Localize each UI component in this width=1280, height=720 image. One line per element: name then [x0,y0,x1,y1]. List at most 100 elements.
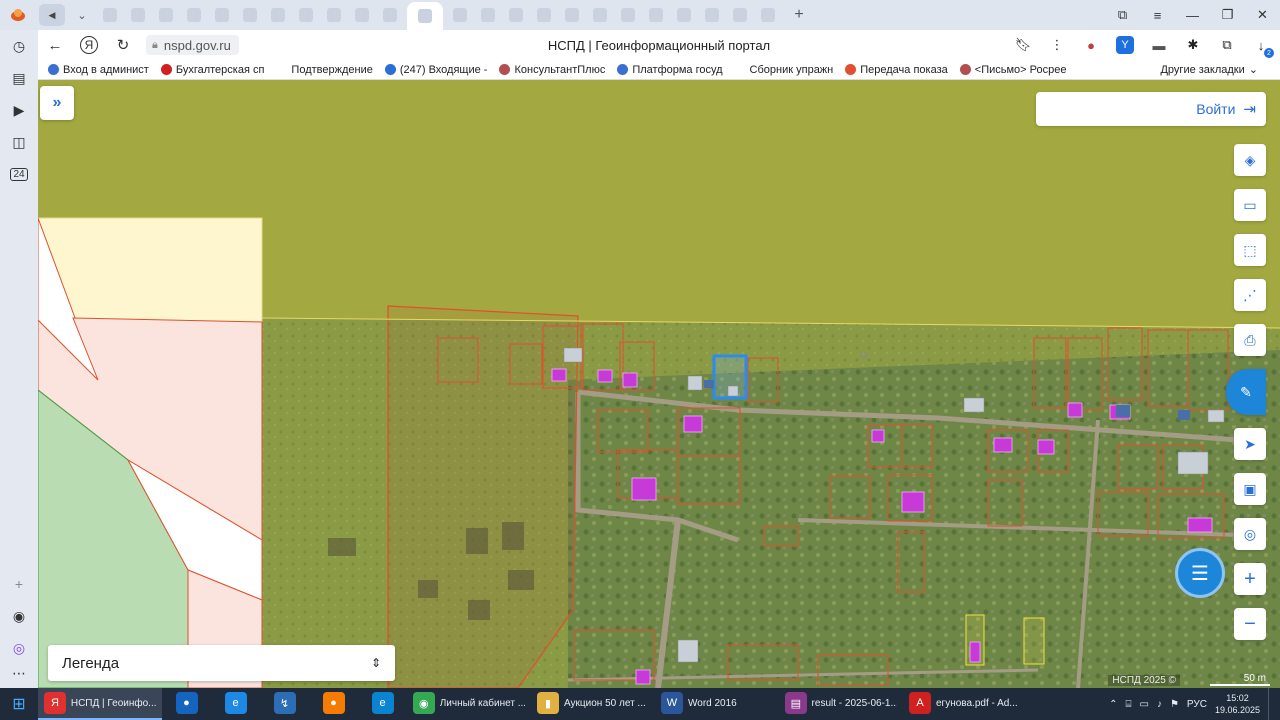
tab[interactable] [267,4,289,26]
network-icon[interactable]: ⌸ [1126,699,1132,710]
puzzle-icon[interactable]: ✱ [1180,32,1206,58]
taskbar-item[interactable]: e [211,688,260,720]
collections-add-icon[interactable]: ⧉ [1214,32,1240,58]
tab[interactable] [533,4,555,26]
login-button[interactable]: Войти ⇥ [1036,92,1266,126]
bookmark-item[interactable]: Сборник упражн [734,64,833,76]
tab[interactable] [561,4,583,26]
new-tab-button[interactable]: + [788,4,810,26]
locate-button[interactable]: ➤ [1234,428,1266,460]
bookmark-item[interactable]: <Письмо> Росрее [959,64,1066,76]
bookmark-item[interactable]: Подтверждение [276,64,373,76]
volume-icon[interactable]: ♪ [1157,699,1162,710]
minimize-button[interactable]: — [1175,0,1210,30]
zoom-in-button[interactable]: + [1234,563,1266,595]
show-desktop-button[interactable] [1268,688,1274,720]
bookmark-item[interactable]: Передача показа [845,64,948,76]
tab[interactable] [505,4,527,26]
tab[interactable] [323,4,345,26]
minimap-button[interactable]: ▣ [1234,473,1266,505]
tab[interactable] [477,4,499,26]
tab[interactable] [729,4,751,26]
tab[interactable] [757,4,779,26]
tab[interactable] [589,4,611,26]
tab[interactable] [449,4,471,26]
area-select-button[interactable]: ⬚ [1234,234,1266,266]
news-24-icon[interactable]: 24 [0,158,38,190]
taskbar-item[interactable]: ● [162,688,211,720]
restore-button[interactable]: ❐ [1210,0,1245,30]
tab[interactable] [379,4,401,26]
bookmark-item[interactable]: Вход в админист [48,64,149,76]
bookmark-item[interactable]: Бухгалтерская сп [160,64,264,76]
reload-icon[interactable]: ↻ [106,30,140,60]
chat-button[interactable]: ☰ [1175,548,1225,598]
back-icon[interactable]: ← [38,30,72,60]
tab[interactable] [239,4,261,26]
language-indicator[interactable]: РУС [1187,699,1207,710]
ruler-button[interactable]: ▭ [1234,189,1266,221]
layers-button[interactable]: ◈ [1234,144,1266,176]
tab[interactable] [183,4,205,26]
music-icon[interactable]: ◉ [0,600,38,632]
bookmark-item[interactable]: (247) Входящие - [384,64,487,76]
legend-panel[interactable]: Легенда ⇕ [48,645,395,681]
more-icon[interactable]: ⋯ [0,664,38,682]
start-button[interactable]: ⊞ [0,688,38,720]
url-field[interactable]: 🔒︎ nspd.gov.ru [146,35,239,55]
map-canvas[interactable]: » Войти ⇥ ◈ ▭ ⬚ ⋰ ⎙ ✎ ➤ ▣ ◎ + − ☰ Легенд… [38,80,1280,688]
yandex-ext-icon[interactable]: Y [1112,32,1138,58]
share-button[interactable]: ⋰ [1234,279,1266,311]
tab[interactable] [99,4,121,26]
tray-overflow-icon[interactable]: ⌃ [1109,699,1117,710]
tab[interactable] [211,4,233,26]
history-icon[interactable]: ◷ [0,30,38,62]
tab[interactable] [673,4,695,26]
tab[interactable] [645,4,667,26]
feedback-tab[interactable]: ✎ [1226,369,1266,415]
battery-icon[interactable]: ▭ [1140,699,1149,710]
bookmark-item[interactable]: КонсультантПлюс [499,64,605,76]
clock[interactable]: 15:02 19.06.2025 [1215,692,1260,716]
taskbar-item[interactable]: ◉ Личный кабинет ... [407,688,531,720]
tab-list-dropdown[interactable]: ⌄ [71,4,93,26]
downloads-icon[interactable]: ↓ 2 [1248,32,1274,58]
browser-menu-icon[interactable] [0,0,36,30]
taskbar-item[interactable]: Я НСПД | Геоинфо... [38,688,162,720]
expand-panel-button[interactable]: » [40,86,74,120]
close-button[interactable]: ✕ [1245,0,1280,30]
screenshot-icon[interactable]: ◫ [0,126,38,158]
tab-sound[interactable]: ◀ [39,4,65,26]
bookmark-item[interactable]: Платформа госуд [617,64,723,76]
other-bookmarks[interactable]: Другие закладки ⌄ [1160,63,1258,77]
taskbar-item[interactable]: ● [309,688,358,720]
extension-icon[interactable]: ● [1078,32,1104,58]
hat-icon[interactable]: ▬ [1146,32,1172,58]
more-vert-icon[interactable]: ⋮ [1044,32,1070,58]
tab[interactable] [701,4,723,26]
tab[interactable] [617,4,639,26]
alice-icon[interactable]: ◎ [0,632,38,664]
video-icon[interactable]: ▶ [0,94,38,126]
taskbar-item[interactable]: ↯ [260,688,309,720]
yandex-icon[interactable]: Я [72,30,106,60]
tab[interactable] [295,4,317,26]
add-panel-icon[interactable]: + [0,568,38,600]
taskbar-item[interactable]: ▮ Аукцион 50 лет ... [531,688,655,720]
taskbar-item[interactable]: Aегунова.pdf - Ad... [903,688,1027,720]
geolocation-button[interactable]: ◎ [1234,518,1266,550]
flag-icon[interactable]: ⚑ [1170,699,1179,710]
taskbar-item[interactable]: W Word 2016 [655,688,779,720]
print-button[interactable]: ⎙ [1234,324,1266,356]
tab[interactable] [351,4,373,26]
taskbar-item[interactable]: e [358,688,407,720]
tab[interactable] [127,4,149,26]
taskbar-item[interactable]: ▤ result - 2025-06-1... [779,688,903,720]
satellite-map[interactable] [38,80,1280,688]
zoom-out-button[interactable]: − [1234,608,1266,640]
bookmark-icon[interactable]: 🔖︎ [1010,32,1036,58]
tab[interactable] [155,4,177,26]
collections-icon[interactable]: ▤ [0,62,38,94]
tab-active[interactable] [407,2,443,30]
menu-icon[interactable]: ≡ [1140,0,1175,30]
